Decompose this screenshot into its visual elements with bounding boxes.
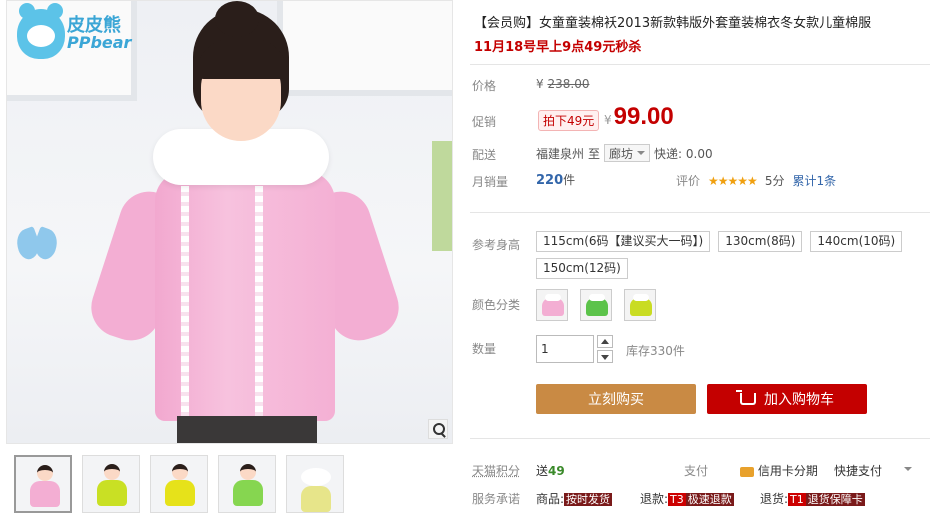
promo-label: 促销 xyxy=(472,115,497,129)
product-subtitle: 11月18号早上9点49元秒杀 xyxy=(474,40,642,55)
cart-icon xyxy=(736,390,756,405)
chevron-down-icon xyxy=(637,151,646,155)
color-option-pink[interactable] xyxy=(536,289,568,321)
add-to-cart-button[interactable]: 加入购物车 xyxy=(707,384,867,414)
express-fee: 快递: 0.00 xyxy=(654,146,713,161)
size-label: 参考身高 xyxy=(472,238,521,252)
thumbnail-white-fur[interactable] xyxy=(286,455,344,513)
rating: 评价 ★★★★★ 5分 累计1条 xyxy=(676,172,837,189)
thumbnail-green-alt[interactable] xyxy=(218,455,276,513)
bear-icon xyxy=(17,3,65,59)
promo-tag: 拍下49元 xyxy=(538,110,600,131)
service-refund: 退款: T3 极速退款 xyxy=(640,492,734,506)
monthly-sales-label: 月销量 xyxy=(472,175,509,189)
ship-from: 福建泉州 xyxy=(536,146,585,161)
service-label: 服务承诺 xyxy=(472,492,521,506)
credit-installment[interactable]: 信用卡分期 xyxy=(740,462,818,479)
size-option[interactable]: 130cm(8码) xyxy=(718,231,803,252)
destination-select[interactable]: 廊坊 xyxy=(604,144,651,162)
color-label: 颜色分类 xyxy=(472,298,521,312)
chevron-down-icon[interactable] xyxy=(904,467,912,471)
thumbnail-green[interactable] xyxy=(82,455,140,513)
stock-count: 库存330件 xyxy=(626,344,685,358)
main-product-image[interactable]: 皮皮熊 PPbear xyxy=(6,0,453,444)
payment-label: 支付 xyxy=(684,464,709,478)
thumbnail-pink[interactable] xyxy=(14,455,72,513)
model-child xyxy=(83,1,407,443)
quantity-decrease-button[interactable] xyxy=(597,350,613,363)
divider xyxy=(470,212,930,213)
points-label[interactable]: 天猫积分 xyxy=(472,462,520,479)
divider xyxy=(470,438,930,439)
size-options-row2: 150cm(12码) xyxy=(536,258,628,279)
thumbnail-strip xyxy=(14,455,344,513)
size-option[interactable]: 150cm(12码) xyxy=(536,258,628,279)
zoom-icon[interactable] xyxy=(428,419,448,439)
quantity-input[interactable] xyxy=(536,335,594,363)
product-title: 【会员购】女童童装棉袄2013新款韩版外套童装棉衣冬女款儿童棉服 xyxy=(474,16,872,31)
buy-now-button[interactable]: 立刻购买 xyxy=(536,384,696,414)
quantity-label: 数量 xyxy=(472,342,497,356)
shipping-info: 福建泉州 至 廊坊 快递: 0.00 xyxy=(536,144,713,162)
divider xyxy=(470,64,930,65)
review-count-link[interactable]: 累计1条 xyxy=(792,172,836,189)
service-return: 退货: T1 退货保障卡 xyxy=(760,492,865,506)
butterfly-decoration xyxy=(17,229,61,265)
fast-pay[interactable]: 快捷支付 xyxy=(834,462,882,479)
monthly-sales: 220件 xyxy=(536,173,576,188)
color-option-green[interactable] xyxy=(580,289,612,321)
color-options xyxy=(536,289,656,321)
color-option-yellow[interactable] xyxy=(624,289,656,321)
size-option[interactable]: 115cm(6码【建议买大一码】) xyxy=(536,231,711,252)
credit-card-icon xyxy=(740,466,754,477)
thumbnail-yellow[interactable] xyxy=(150,455,208,513)
size-options: 115cm(6码【建议买大一码】) 130cm(8码) 140cm(10码) xyxy=(536,231,903,252)
background-frame xyxy=(432,141,452,251)
size-option[interactable]: 140cm(10码) xyxy=(810,231,903,252)
points-value: 送49 xyxy=(536,464,565,478)
price-label: 价格 xyxy=(472,79,497,93)
shipping-label: 配送 xyxy=(472,148,497,162)
promo-price: ¥99.00 xyxy=(604,103,674,130)
original-price: ¥ 238.00 xyxy=(536,77,590,91)
service-goods: 商品: 按时发货 xyxy=(536,492,613,506)
star-rating-icon: ★★★★★ xyxy=(708,173,758,188)
quantity-increase-button[interactable] xyxy=(597,335,613,348)
